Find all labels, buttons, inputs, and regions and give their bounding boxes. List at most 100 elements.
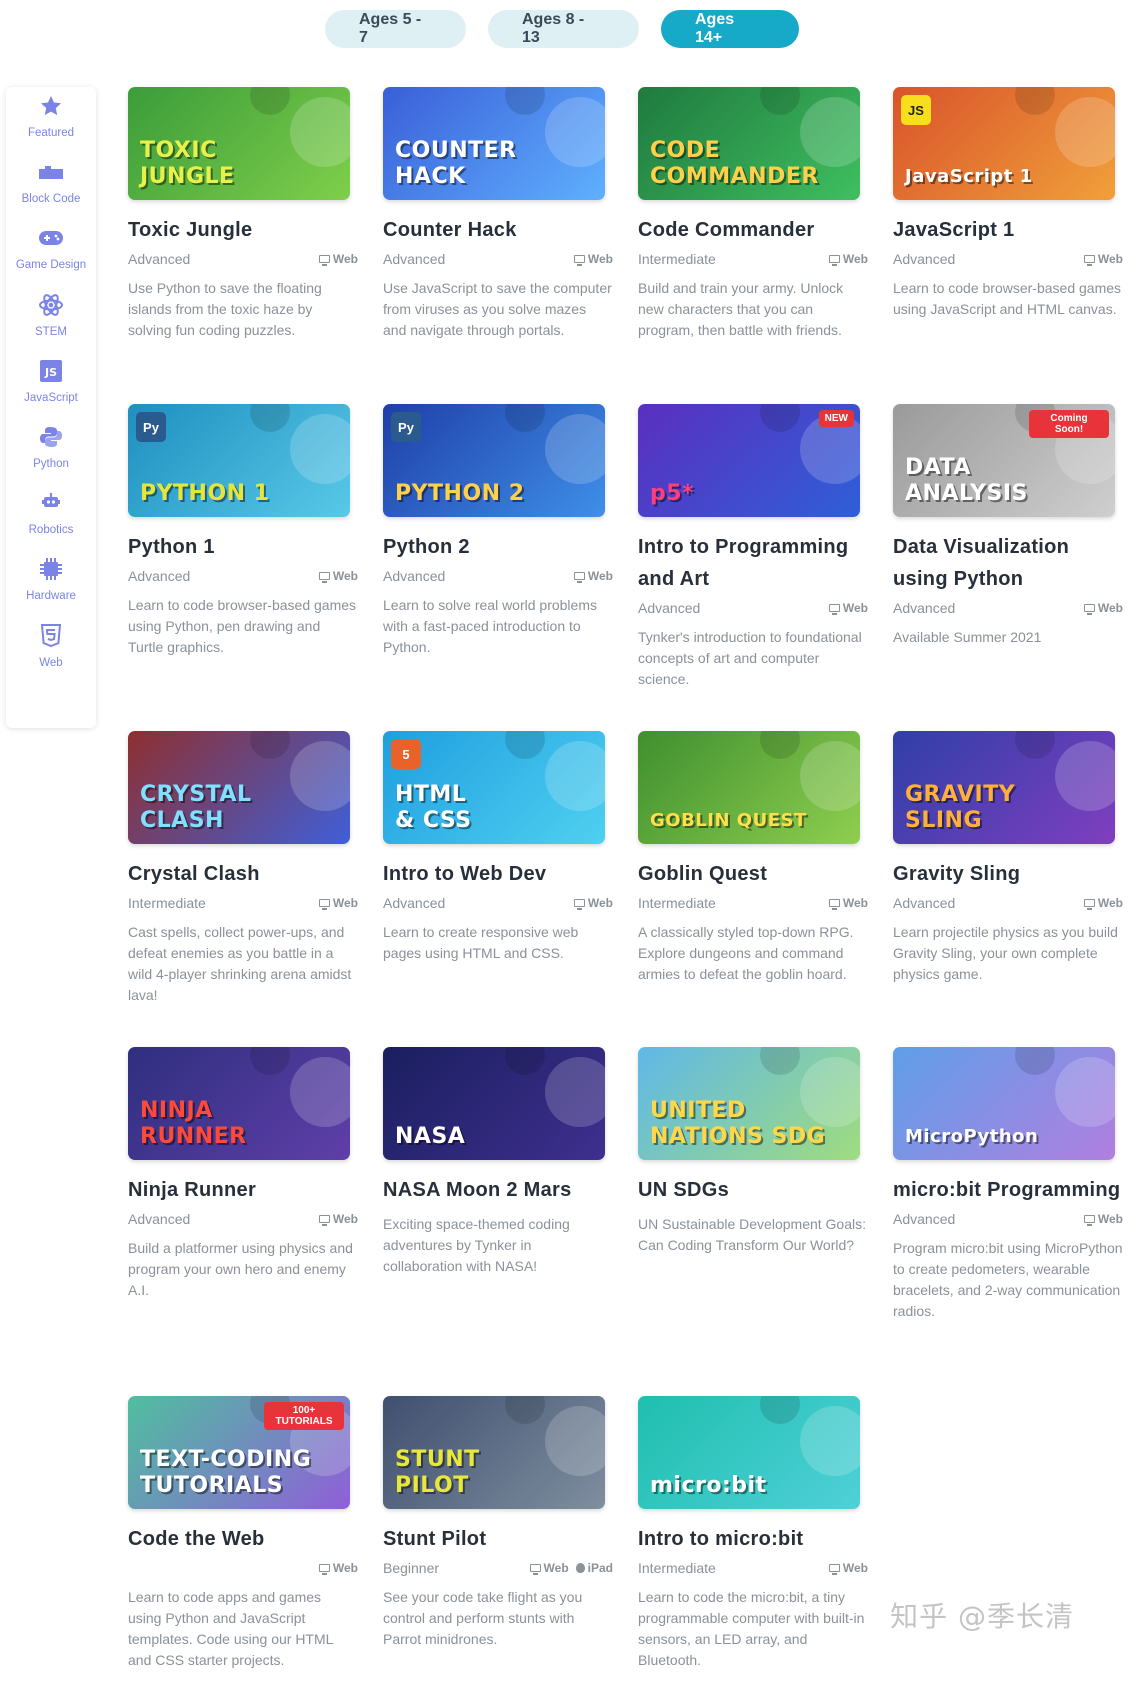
platform-text: Web: [332, 896, 358, 910]
course-meta: Intermediate Web: [638, 1557, 868, 1579]
course-title[interactable]: Python 2: [383, 531, 613, 563]
course-card[interactable]: COUNTER HACK Counter Hack Advanced Web Use J…: [383, 87, 613, 341]
course-thumbnail[interactable]: COUNTER HACK: [383, 87, 605, 200]
course-thumbnail[interactable]: CODE COMMANDER: [638, 87, 860, 200]
course-thumbnail[interactable]: Coming Soon! DATA ANALYSIS: [893, 404, 1115, 517]
course-title[interactable]: Goblin Quest: [638, 858, 868, 890]
course-thumbnail[interactable]: STUNT PILOT: [383, 1396, 605, 1509]
course-thumbnail[interactable]: NASA: [383, 1047, 605, 1160]
course-thumbnail[interactable]: MicroPython: [893, 1047, 1115, 1160]
decor-shape: [250, 731, 290, 759]
course-thumbnail[interactable]: CRYSTAL CLASH: [128, 731, 350, 844]
sidebar-item-python[interactable]: Python: [6, 422, 96, 482]
course-thumbnail[interactable]: 100+ TUTORIALS TEXT-CODING TUTORIALS: [128, 1396, 350, 1509]
thumbnail-title: MicroPython: [905, 1126, 1039, 1147]
thumbnail-title: TEXT-CODING TUTORIALS: [140, 1447, 312, 1498]
course-card[interactable]: Coming Soon! DATA ANALYSIS Data Visualizat…: [893, 404, 1123, 648]
course-thumbnail[interactable]: GOBLIN QUEST: [638, 731, 860, 844]
course-title[interactable]: UN SDGs: [638, 1174, 868, 1206]
course-card[interactable]: Py PYTHON 2 Python 2 Advanced Web Learn to so…: [383, 404, 613, 658]
sidebar-item-featured[interactable]: Featured: [6, 91, 96, 151]
course-title[interactable]: Toxic Jungle: [128, 214, 358, 246]
course-card[interactable]: GOBLIN QUEST Goblin Quest Intermediate Web A…: [638, 731, 868, 985]
course-thumbnail[interactable]: JS JavaScript 1: [893, 87, 1115, 200]
course-thumbnail[interactable]: micro:bit: [638, 1396, 860, 1509]
sidebar-item-robotics[interactable]: Robotics: [6, 488, 96, 548]
platform-label: Web iPad: [529, 1561, 613, 1575]
course-description: Learn to code browser-based games using …: [128, 597, 357, 655]
course-card[interactable]: NEW p5* Intro to Programming and Art Advanc…: [638, 404, 868, 690]
age-tab-14-plus[interactable]: Ages 14+: [661, 10, 799, 48]
course-meta: Intermediate Web: [638, 248, 868, 270]
course-thumbnail[interactable]: Py PYTHON 2: [383, 404, 605, 517]
course-description: Use Python to save the floating islands …: [128, 280, 322, 338]
course-title[interactable]: Data Visualization using Python: [893, 531, 1123, 595]
course-description: UN Sustainable Development Goals: Can Co…: [638, 1216, 867, 1253]
sidebar-item-label: Hardware: [26, 590, 76, 602]
course-card[interactable]: NASA NASA Moon 2 Mars Exciting space-theme…: [383, 1047, 613, 1277]
platform-label: Web: [318, 569, 358, 583]
sidebar-item-javascript[interactable]: JS JavaScript: [6, 356, 96, 416]
thumbnail-title: PYTHON 2: [395, 481, 525, 506]
course-card[interactable]: micro:bit Intro to micro:bit Intermediate W…: [638, 1396, 868, 1671]
course-card[interactable]: 5 HTML & CSS Intro to Web Dev Advanced Web Le…: [383, 731, 613, 964]
course-title[interactable]: Gravity Sling: [893, 858, 1123, 890]
course-card[interactable]: 100+ TUTORIALS TEXT-CODING TUTORIALS Code …: [128, 1396, 358, 1671]
course-title[interactable]: Intro to Programming and Art: [638, 531, 868, 595]
platform-label: Web: [828, 896, 868, 910]
thumbnail-title: JavaScript 1: [905, 166, 1033, 187]
course-thumbnail[interactable]: NINJA RUNNER: [128, 1047, 350, 1160]
platform-text: Web: [1097, 1212, 1123, 1226]
course-title[interactable]: Code Commander: [638, 214, 868, 246]
decor-shape: [250, 87, 290, 115]
sidebar-item-web[interactable]: Web: [6, 621, 96, 681]
course-title[interactable]: Stunt Pilot: [383, 1523, 613, 1555]
monitor-icon: [573, 572, 585, 583]
course-title[interactable]: Counter Hack: [383, 214, 613, 246]
sidebar-item-game-design[interactable]: Game Design: [6, 223, 96, 283]
monitor-icon: [318, 1564, 330, 1575]
decor-shape: [290, 97, 350, 167]
course-thumbnail[interactable]: GRAVITY SLING: [893, 731, 1115, 844]
course-title[interactable]: Crystal Clash: [128, 858, 358, 890]
course-card[interactable]: CRYSTAL CLASH Crystal Clash Intermediate We…: [128, 731, 358, 1006]
sidebar-item-hardware[interactable]: Hardware: [6, 554, 96, 614]
sidebar-item-block-code[interactable]: Block Code: [6, 157, 96, 217]
course-description: Learn projectile physics as you build Gr…: [893, 924, 1118, 982]
course-thumbnail[interactable]: UNITED NATIONS SDG: [638, 1047, 860, 1160]
course-card[interactable]: JS JavaScript 1 JavaScript 1 Advanced Web Lea…: [893, 87, 1123, 320]
course-title[interactable]: Ninja Runner: [128, 1174, 358, 1206]
course-card[interactable]: STUNT PILOT Stunt Pilot Beginner Web iPad See…: [383, 1396, 613, 1650]
course-card[interactable]: NINJA RUNNER Ninja Runner Advanced Web Build…: [128, 1047, 358, 1301]
course-title[interactable]: Intro to Web Dev: [383, 858, 613, 890]
platform-text: Web: [332, 1212, 358, 1226]
course-title[interactable]: Intro to micro:bit: [638, 1523, 868, 1555]
decor-shape: [800, 741, 860, 811]
monitor-icon: [318, 899, 330, 910]
course-card[interactable]: MicroPython micro:bit Programming Advanced…: [893, 1047, 1123, 1322]
course-title[interactable]: NASA Moon 2 Mars: [383, 1174, 613, 1206]
course-title[interactable]: micro:bit Programming: [893, 1174, 1123, 1206]
course-card[interactable]: CODE COMMANDER Code Commander Intermediate…: [638, 87, 868, 341]
course-thumbnail[interactable]: Py PYTHON 1: [128, 404, 350, 517]
course-title[interactable]: JavaScript 1: [893, 214, 1123, 246]
age-tabs: Ages 5 - 7 Ages 8 - 13 Ages 14+: [325, 10, 799, 48]
course-card[interactable]: UNITED NATIONS SDG UN SDGs UN Sustainable …: [638, 1047, 868, 1256]
course-card[interactable]: Py PYTHON 1 Python 1 Advanced Web Learn to co…: [128, 404, 358, 658]
course-title[interactable]: Python 1: [128, 531, 358, 563]
decor-shape: [505, 1396, 545, 1424]
course-level: Advanced: [383, 251, 446, 267]
course-description: See your code take flight as you control…: [383, 1589, 583, 1647]
course-description: Learn to code apps and games using Pytho…: [128, 1589, 333, 1668]
course-card[interactable]: TOXIC JUNGLE Toxic Jungle Advanced Web Use P…: [128, 87, 358, 341]
category-sidebar: Featured Block Code Game Design STEM JS JavaS…: [6, 87, 96, 728]
age-tab-5-7[interactable]: Ages 5 - 7: [325, 10, 466, 48]
course-meta: Beginner Web iPad: [383, 1557, 613, 1579]
course-thumbnail[interactable]: TOXIC JUNGLE: [128, 87, 350, 200]
course-title[interactable]: Code the Web: [128, 1523, 358, 1555]
course-thumbnail[interactable]: 5 HTML & CSS: [383, 731, 605, 844]
course-thumbnail[interactable]: NEW p5*: [638, 404, 860, 517]
course-card[interactable]: GRAVITY SLING Gravity Sling Advanced Web Lea…: [893, 731, 1123, 985]
age-tab-8-13[interactable]: Ages 8 - 13: [488, 10, 639, 48]
sidebar-item-stem[interactable]: STEM: [6, 290, 96, 350]
